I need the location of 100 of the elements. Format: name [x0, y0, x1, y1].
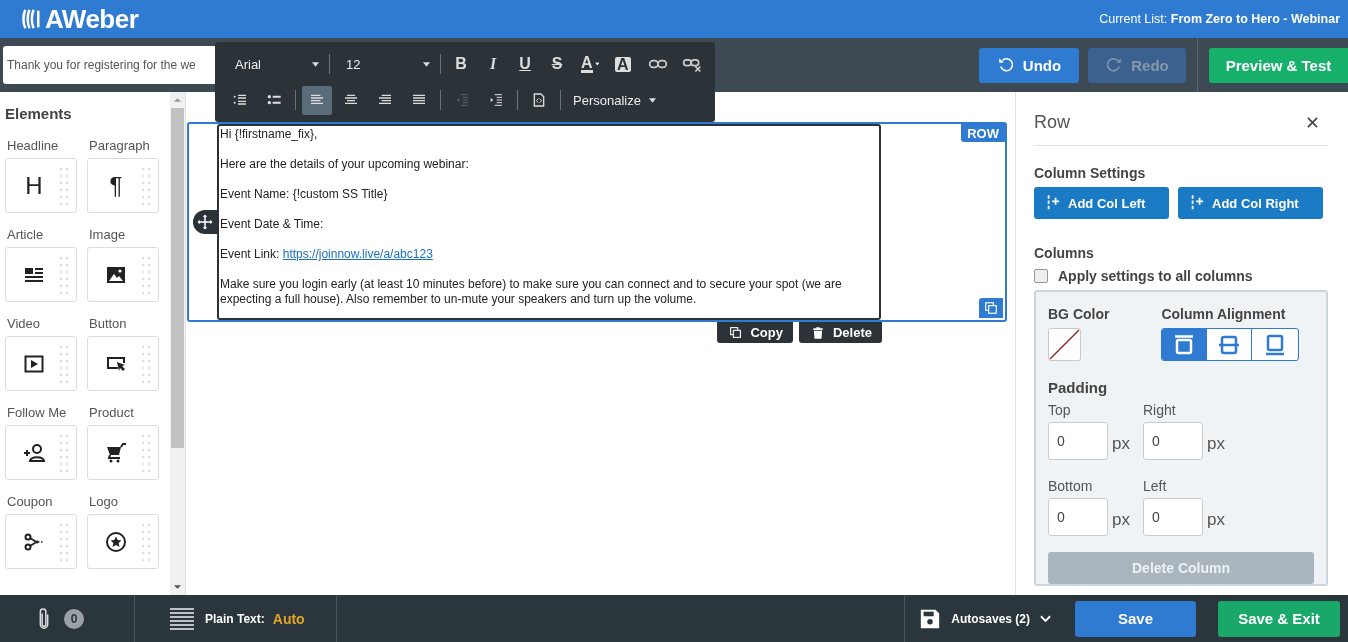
- caret-icon: [423, 61, 430, 67]
- align-left-button[interactable]: [302, 85, 332, 115]
- grip-icon: [141, 166, 151, 206]
- row-container[interactable]: [187, 122, 1007, 322]
- text-block[interactable]: [217, 124, 881, 320]
- close-icon[interactable]: [1307, 117, 1318, 128]
- padding-field[interactable]: 0: [1048, 498, 1108, 536]
- grip-icon: [59, 433, 69, 473]
- padding-field[interactable]: 0: [1143, 498, 1203, 536]
- italic-button[interactable]: I: [479, 51, 507, 77]
- padding-label: Right: [1143, 402, 1177, 418]
- element-label: Article: [6, 227, 45, 243]
- copy-button[interactable]: Copy: [717, 322, 793, 343]
- email-paragraph: Hi {!firstname_fix},: [220, 127, 319, 142]
- logo-icon: [104, 529, 128, 554]
- padding-label: Top: [1048, 402, 1072, 418]
- source-icon: [531, 92, 547, 108]
- paperclip-icon[interactable]: [38, 607, 50, 630]
- autosaves-label[interactable]: Autosaves (2): [951, 611, 1030, 626]
- element-label: Coupon: [6, 494, 54, 510]
- attachment-count: 0: [64, 608, 84, 629]
- no-color-swatch[interactable]: [1048, 328, 1081, 361]
- product-icon: [104, 440, 128, 465]
- align-bottom-button[interactable]: [1252, 329, 1298, 360]
- underline-button[interactable]: U: [511, 51, 539, 77]
- element-label: Follow Me: [6, 405, 68, 421]
- grip-icon: [141, 433, 151, 473]
- grip-icon: [141, 522, 151, 562]
- event-link[interactable]: https://joinnow.live/a/abc123: [282, 247, 433, 261]
- save-button[interactable]: Save: [1075, 600, 1196, 637]
- email-paragraph: Event Date & Time:: [220, 217, 325, 232]
- checkbox[interactable]: [1034, 269, 1048, 283]
- element-tile[interactable]: [87, 247, 159, 302]
- panel-title: Row: [1034, 112, 1070, 133]
- plain-text-value[interactable]: Auto: [272, 610, 305, 627]
- bold-button[interactable]: B: [447, 51, 475, 77]
- element-tile[interactable]: [5, 247, 77, 302]
- highlight-color-button[interactable]: A: [609, 51, 639, 77]
- ordered-list-icon: [232, 92, 248, 108]
- caret-icon: [594, 62, 599, 66]
- subject-field[interactable]: Thank you for registering for the we: [3, 46, 215, 84]
- element-label: Headline: [6, 138, 60, 154]
- unit-label: px: [1112, 433, 1130, 454]
- add-column-button[interactable]: Add Col Left: [1034, 187, 1169, 219]
- chevron-down-icon[interactable]: [1040, 614, 1051, 623]
- element-glyph: H: [25, 172, 43, 199]
- scrollbar[interactable]: [170, 92, 185, 595]
- logo-text: AWeber: [45, 3, 139, 35]
- duplicate-icon[interactable]: [979, 298, 1003, 318]
- alignment-toggle[interactable]: [1161, 328, 1300, 361]
- add-column-button[interactable]: Add Col Right: [1178, 187, 1323, 219]
- section-heading: Column Settings: [1034, 165, 1147, 181]
- email-paragraph: Event Name: {!custom SS Title}: [220, 187, 389, 202]
- strike-button[interactable]: S: [543, 51, 571, 77]
- caret-icon: [648, 97, 656, 103]
- element-tile[interactable]: [5, 336, 77, 391]
- element-tile[interactable]: H: [5, 158, 77, 213]
- element-tile[interactable]: [87, 425, 159, 480]
- move-handle-icon[interactable]: [193, 210, 217, 234]
- email-paragraph: Make sure you login early (at least 10 minutes before) to make sure you can connect and to secure your spot (we are expecting a full house). Also remember to un-mute your speakers and turn up the volume.: [220, 277, 843, 307]
- element-tile[interactable]: [87, 336, 159, 391]
- grip-icon: [141, 255, 151, 295]
- element-label: Paragraph: [88, 138, 151, 154]
- font-dropdown[interactable]: Arial: [225, 51, 323, 77]
- delete-button[interactable]: Delete: [798, 322, 882, 343]
- element-tile[interactable]: [5, 425, 77, 480]
- align-middle-button[interactable]: [1207, 329, 1253, 360]
- plain-text-label: Plain Text:: [205, 611, 265, 626]
- padding-label: Bottom: [1048, 478, 1094, 494]
- padding-heading: Padding: [1048, 379, 1109, 396]
- grip-icon: [59, 166, 69, 206]
- caret-icon: [312, 61, 319, 67]
- element-tile[interactable]: ¶: [87, 158, 159, 213]
- copy-icon: [729, 326, 743, 339]
- personalize-dropdown[interactable]: Personalize: [567, 87, 660, 113]
- padding-field[interactable]: 0: [1143, 422, 1203, 460]
- element-tile[interactable]: [5, 514, 77, 569]
- elements-heading: Elements: [5, 104, 73, 124]
- logo-icon: [22, 6, 42, 32]
- align-top-button[interactable]: [1162, 329, 1208, 360]
- padding-field[interactable]: 0: [1048, 422, 1108, 460]
- element-label: Product: [88, 405, 135, 421]
- plain-text-icon[interactable]: [169, 606, 195, 631]
- text-color-button[interactable]: A: [575, 51, 605, 77]
- element-label: Logo: [88, 494, 119, 510]
- element-tile[interactable]: [87, 514, 159, 569]
- scroll-down-icon[interactable]: [173, 584, 182, 590]
- current-list: Current List: From Zero to Hero - Webinar: [1099, 12, 1340, 26]
- padding-label: Left: [1143, 478, 1168, 494]
- unit-label: px: [1112, 509, 1130, 530]
- element-label: Image: [88, 227, 127, 243]
- columns-heading: Columns: [1034, 245, 1095, 261]
- grip-icon: [59, 255, 69, 295]
- size-dropdown[interactable]: 12: [336, 51, 434, 77]
- grip-icon: [59, 344, 69, 384]
- column-alignment-label: Column Alignment: [1161, 306, 1287, 322]
- redo-icon: [1105, 56, 1124, 74]
- trash-icon: [810, 324, 825, 341]
- undo-button[interactable]: Undo: [979, 47, 1079, 83]
- add-column-icon: [1046, 194, 1060, 212]
